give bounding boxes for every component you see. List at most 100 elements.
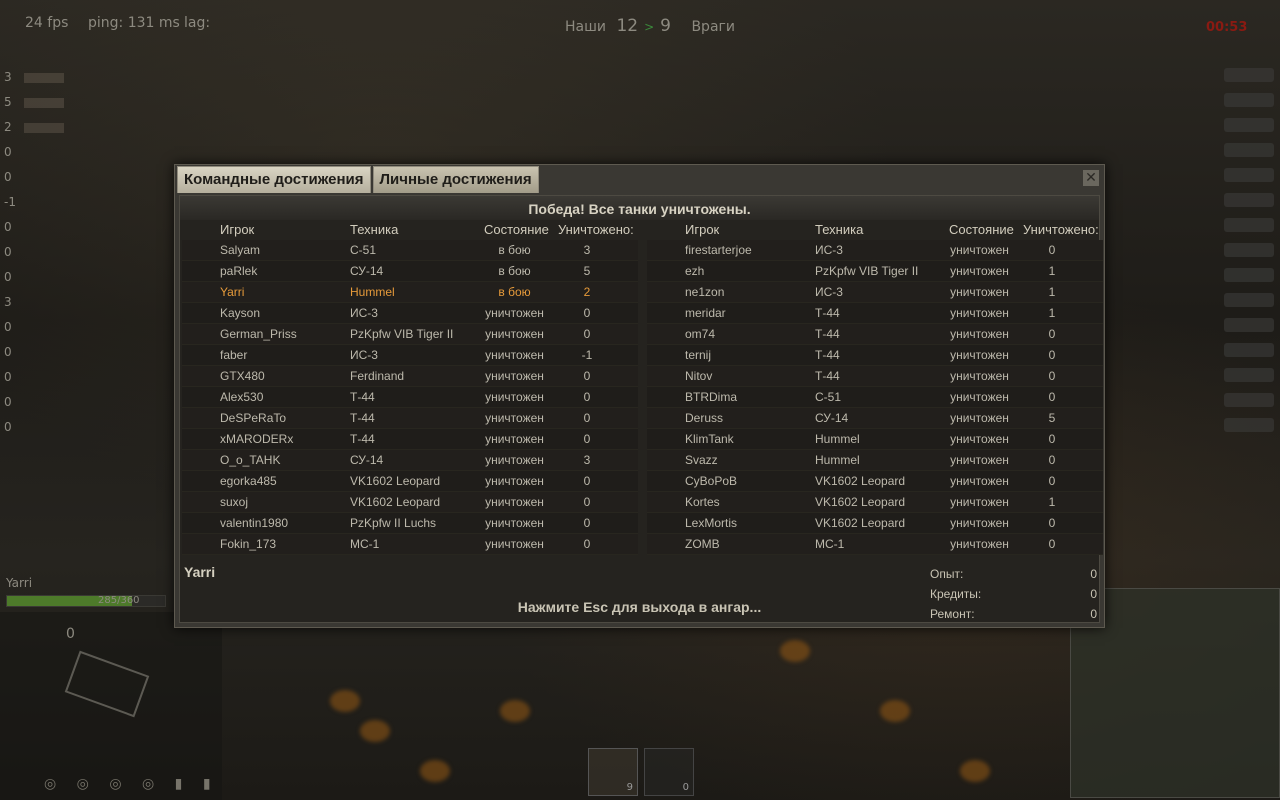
table-row: Alex530 Т-44 уничтожен 0 xyxy=(182,387,638,408)
kill-count: 1 xyxy=(1048,306,1056,320)
kill-count: 0 xyxy=(583,537,591,551)
kill-count: 0 xyxy=(583,369,591,383)
player-name: Kayson xyxy=(220,306,261,320)
player-status: уничтожен xyxy=(950,327,1009,341)
kill-count: 5 xyxy=(1048,411,1056,425)
tank-name: ИС-3 xyxy=(815,243,843,257)
player-name: KlimTank xyxy=(685,432,734,446)
player-status: уничтожен xyxy=(485,474,544,488)
player-status: уничтожен xyxy=(485,432,544,446)
ammo-count: 0 xyxy=(682,782,689,793)
player-name: firestarterjoe xyxy=(685,243,752,257)
tank-name: Т-44 xyxy=(350,411,375,425)
player-status: уничтожен xyxy=(950,390,1009,404)
enemies-table: Игрок Техника Состояние Уничтожено: fire… xyxy=(647,220,1103,555)
col-kills: Уничтожено: xyxy=(558,222,634,237)
table-row: Salyam С-51 в бою 3 xyxy=(182,240,638,261)
frag-count: 3 xyxy=(4,295,12,309)
dialog-tabs: Командные достижения Личные достижения xyxy=(177,166,541,193)
table-row: KlimTank Hummel уничтожен 0 xyxy=(647,429,1103,450)
table-header: Игрок Техника Состояние Уничтожено: xyxy=(182,220,638,240)
player-status: уничтожен xyxy=(950,537,1009,551)
kill-count: 0 xyxy=(583,306,591,320)
table-row: German_Priss PzKpfw VIB Tiger II уничтожен… xyxy=(182,324,638,345)
kill-count: 1 xyxy=(1048,285,1056,299)
frag-count: 0 xyxy=(4,170,12,184)
player-status: в бою xyxy=(498,285,531,299)
table-row: Nitov Т-44 уничтожен 0 xyxy=(647,366,1103,387)
health-bar xyxy=(6,595,166,607)
kill-count: 0 xyxy=(1048,348,1056,362)
tank-icon xyxy=(1224,318,1274,332)
tank-name: PzKpfw II Luchs xyxy=(350,516,437,530)
frag-count: -1 xyxy=(4,195,16,209)
player-status: уничтожен xyxy=(950,285,1009,299)
battle-results-dialog: Командные достижения Личные достижения ✕… xyxy=(174,164,1105,628)
frag-count: 0 xyxy=(4,420,12,434)
kill-count: 0 xyxy=(583,390,591,404)
allies-table: Игрок Техника Состояние Уничтожено: Saly… xyxy=(182,220,638,555)
tank-icon xyxy=(1224,368,1274,382)
player-name: German_Priss xyxy=(220,327,297,341)
tank-icon xyxy=(1224,93,1274,107)
player-status: уничтожен xyxy=(950,369,1009,383)
tank-icon xyxy=(1224,168,1274,182)
ally-frag-entry: 0 xyxy=(4,318,64,343)
tab-team-achievements[interactable]: Командные достижения xyxy=(177,166,371,193)
tab-personal-achievements[interactable]: Личные достижения xyxy=(372,166,539,193)
player-status: уничтожен xyxy=(950,306,1009,320)
player-name: ezh xyxy=(685,264,705,278)
table-row: suxoj VK1602 Leopard уничтожен 0 xyxy=(182,492,638,513)
background-foliage xyxy=(780,640,810,662)
tank-name: Т-44 xyxy=(350,432,375,446)
team-score: Наши 12 >9 Враги xyxy=(565,16,735,36)
player-name: GTX480 xyxy=(220,369,265,383)
fps-counter: 24 fps xyxy=(25,15,69,31)
tank-icon xyxy=(23,72,64,83)
frag-count: 3 xyxy=(4,70,12,84)
kill-count: 0 xyxy=(583,411,591,425)
ammo-slot-2[interactable]: 0 xyxy=(644,748,694,796)
player-status: уничтожен xyxy=(485,411,544,425)
tank-icon xyxy=(1224,393,1274,407)
player-status: уничтожен xyxy=(485,537,544,551)
player-status: в бою xyxy=(498,264,531,278)
player-name: Nitov xyxy=(685,369,713,383)
col-status: Состояние xyxy=(484,222,549,237)
kill-count: 0 xyxy=(1048,516,1056,530)
player-name: egorka485 xyxy=(220,474,277,488)
player-name: meridar xyxy=(685,306,726,320)
table-row: paRlek СУ-14 в бою 5 xyxy=(182,261,638,282)
tank-icon xyxy=(23,97,64,108)
kill-count: 1 xyxy=(1048,264,1056,278)
lag-indicator: lag: xyxy=(184,15,211,31)
ammo-slot-1[interactable]: 9 xyxy=(588,748,638,796)
kill-count: 0 xyxy=(1048,453,1056,467)
table-row: O_o_TAHK СУ-14 уничтожен 3 xyxy=(182,450,638,471)
player-status: уничтожен xyxy=(950,432,1009,446)
allies-score: 12 xyxy=(616,16,639,36)
player-status: уничтожен xyxy=(950,474,1009,488)
background-foliage xyxy=(880,700,910,722)
player-name: CyBoPoB xyxy=(685,474,738,488)
player-name: Kortes xyxy=(685,495,720,509)
table-row: GTX480 Ferdinand уничтожен 0 xyxy=(182,366,638,387)
kill-count: 2 xyxy=(583,285,591,299)
table-row: DeSPeRaTo Т-44 уничтожен 0 xyxy=(182,408,638,429)
player-status: уничтожен xyxy=(950,348,1009,362)
frag-count: 0 xyxy=(4,270,12,284)
tank-name: PzKpfw VIB Tiger II xyxy=(350,327,454,341)
table-row: faber ИС-3 уничтожен -1 xyxy=(182,345,638,366)
ally-frag-entry: 0 xyxy=(4,368,64,393)
player-name: LexMortis xyxy=(685,516,738,530)
kill-count: 3 xyxy=(583,243,591,257)
player-status: уничтожен xyxy=(485,369,544,383)
background-foliage xyxy=(420,760,450,782)
tank-name: Т-44 xyxy=(815,306,840,320)
tank-name: ИС-3 xyxy=(350,348,378,362)
reward-stats: Опыт: 0 Кредиты: 0 Ремонт: 0 xyxy=(930,564,1097,624)
player-name: Salyam xyxy=(220,243,261,257)
close-icon[interactable]: ✕ xyxy=(1083,170,1099,186)
tank-name: Ferdinand xyxy=(350,369,405,383)
table-row: Fokin_173 МС-1 уничтожен 0 xyxy=(182,534,638,555)
